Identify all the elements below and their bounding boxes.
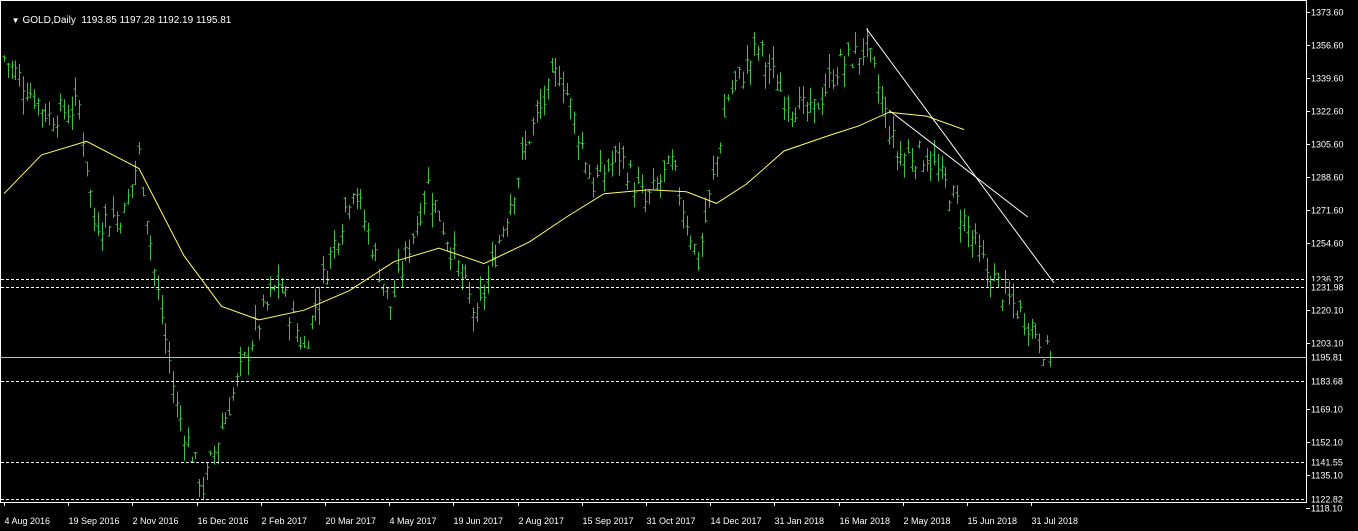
symbol-label: GOLD,Daily: [22, 15, 76, 26]
x-tick-label: 2 Feb 2017: [262, 516, 308, 526]
triangle-down-icon[interactable]: ▼: [12, 16, 20, 25]
y-tick-label: 1356.60: [1311, 41, 1344, 51]
y-tick-label: 1135.10: [1311, 471, 1343, 481]
level-label: 1183.68: [1311, 377, 1343, 387]
y-tick-label: 1152.10: [1311, 438, 1343, 448]
x-tick-label: 2 May 2018: [904, 516, 951, 526]
x-tick-label: 16 Mar 2018: [840, 516, 891, 526]
y-tick-label: 1203.10: [1311, 339, 1344, 349]
x-tick-label: 16 Dec 2016: [198, 516, 249, 526]
x-tick-label: 15 Jun 2018: [968, 516, 1018, 526]
x-tick-label: 4 May 2017: [390, 516, 437, 526]
level-label: 1141.55: [1311, 458, 1343, 468]
x-tick-label: 20 Mar 2017: [326, 516, 377, 526]
chart-background: [0, 0, 1358, 531]
level-label: 1231.98: [1311, 283, 1344, 293]
y-tick-label: 1271.60: [1311, 206, 1344, 216]
ohlc-readout: 1193.85 1197.28 1192.19 1195.81: [81, 15, 232, 26]
y-tick-label: 1288.60: [1311, 173, 1344, 183]
y-tick-label: 1118.10: [1311, 504, 1342, 514]
y-tick-label: 1220.10: [1311, 306, 1344, 316]
x-tick-label: 19 Jun 2017: [454, 516, 504, 526]
y-tick-label: 1322.60: [1311, 107, 1344, 117]
x-tick-label: 14 Dec 2017: [711, 516, 762, 526]
y-tick-label: 1169.10: [1311, 405, 1343, 415]
y-tick-label: 1339.60: [1311, 74, 1344, 84]
x-tick-label: 2 Aug 2017: [519, 516, 565, 526]
price-chart[interactable]: 1236.321231.981183.681141.551122.821195.…: [0, 0, 1358, 531]
last-price-label: 1195.81: [1311, 353, 1343, 363]
x-tick-label: 4 Aug 2016: [5, 516, 51, 526]
chart-header: ▼ GOLD,Daily 1193.85 1197.28 1192.19 1195…: [6, 4, 232, 26]
x-tick-label: 15 Sep 2017: [583, 516, 634, 526]
x-tick-label: 31 Jul 2018: [1032, 516, 1079, 526]
y-tick-label: 1373.60: [1311, 8, 1344, 18]
x-tick-label: 2 Nov 2016: [133, 516, 179, 526]
x-tick-label: 31 Jan 2018: [775, 516, 825, 526]
y-tick-label: 1254.60: [1311, 239, 1344, 249]
y-tick-label: 1305.60: [1311, 140, 1344, 150]
x-tick-label: 19 Sep 2016: [69, 516, 120, 526]
x-tick-label: 31 Oct 2017: [647, 516, 696, 526]
